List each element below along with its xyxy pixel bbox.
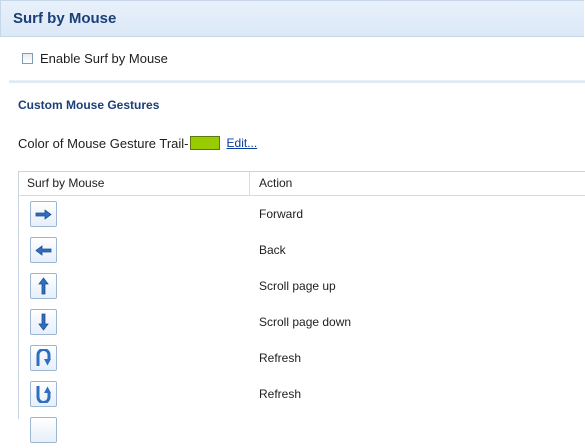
enable-surf-row[interactable]: Enable Surf by Mouse [22,50,168,66]
gesture-icon [30,417,57,443]
u-turn-up-icon [30,381,57,407]
action-label: Forward [259,207,304,221]
table-row[interactable]: Refresh [19,340,585,376]
page-title: Surf by Mouse [13,10,117,27]
action-label: Refresh [259,387,302,401]
action-label: Refresh [259,351,302,365]
column-header-action[interactable]: Action [259,172,292,195]
table-row[interactable]: Refresh [19,376,585,412]
table-row[interactable]: Forward [19,196,585,232]
trail-color-swatch [189,136,220,150]
table-row[interactable] [19,412,585,448]
column-header-gesture[interactable]: Surf by Mouse [27,172,104,195]
table-row[interactable]: Scroll page down [19,304,585,340]
table-row[interactable]: Back [19,232,585,268]
edit-color-link[interactable]: Edit... [227,136,258,150]
u-turn-down-icon [30,345,57,371]
arrow-up-icon [30,273,57,299]
enable-surf-checkbox[interactable] [22,52,33,64]
table-row[interactable]: Scroll page up [19,268,585,304]
action-label: Scroll page down [259,315,352,329]
arrow-down-icon [30,309,57,335]
trail-color-label: Color of Mouse Gesture Trail- [18,135,189,151]
trail-color-row: Color of Mouse Gesture Trail- Edit... [18,134,257,152]
column-divider[interactable] [249,172,250,195]
gestures-table: Surf by Mouse Action Forward Back Scroll… [18,171,585,443]
action-label: Back [259,243,286,257]
section-title: Custom Mouse Gestures [18,98,160,112]
section-divider [9,80,585,83]
arrow-right-icon [30,201,57,227]
page-header: Surf by Mouse [0,0,584,37]
enable-surf-label[interactable]: Enable Surf by Mouse [40,51,168,66]
table-header: Surf by Mouse Action [19,172,585,196]
action-label: Scroll page up [259,279,336,293]
arrow-left-icon [30,237,57,263]
